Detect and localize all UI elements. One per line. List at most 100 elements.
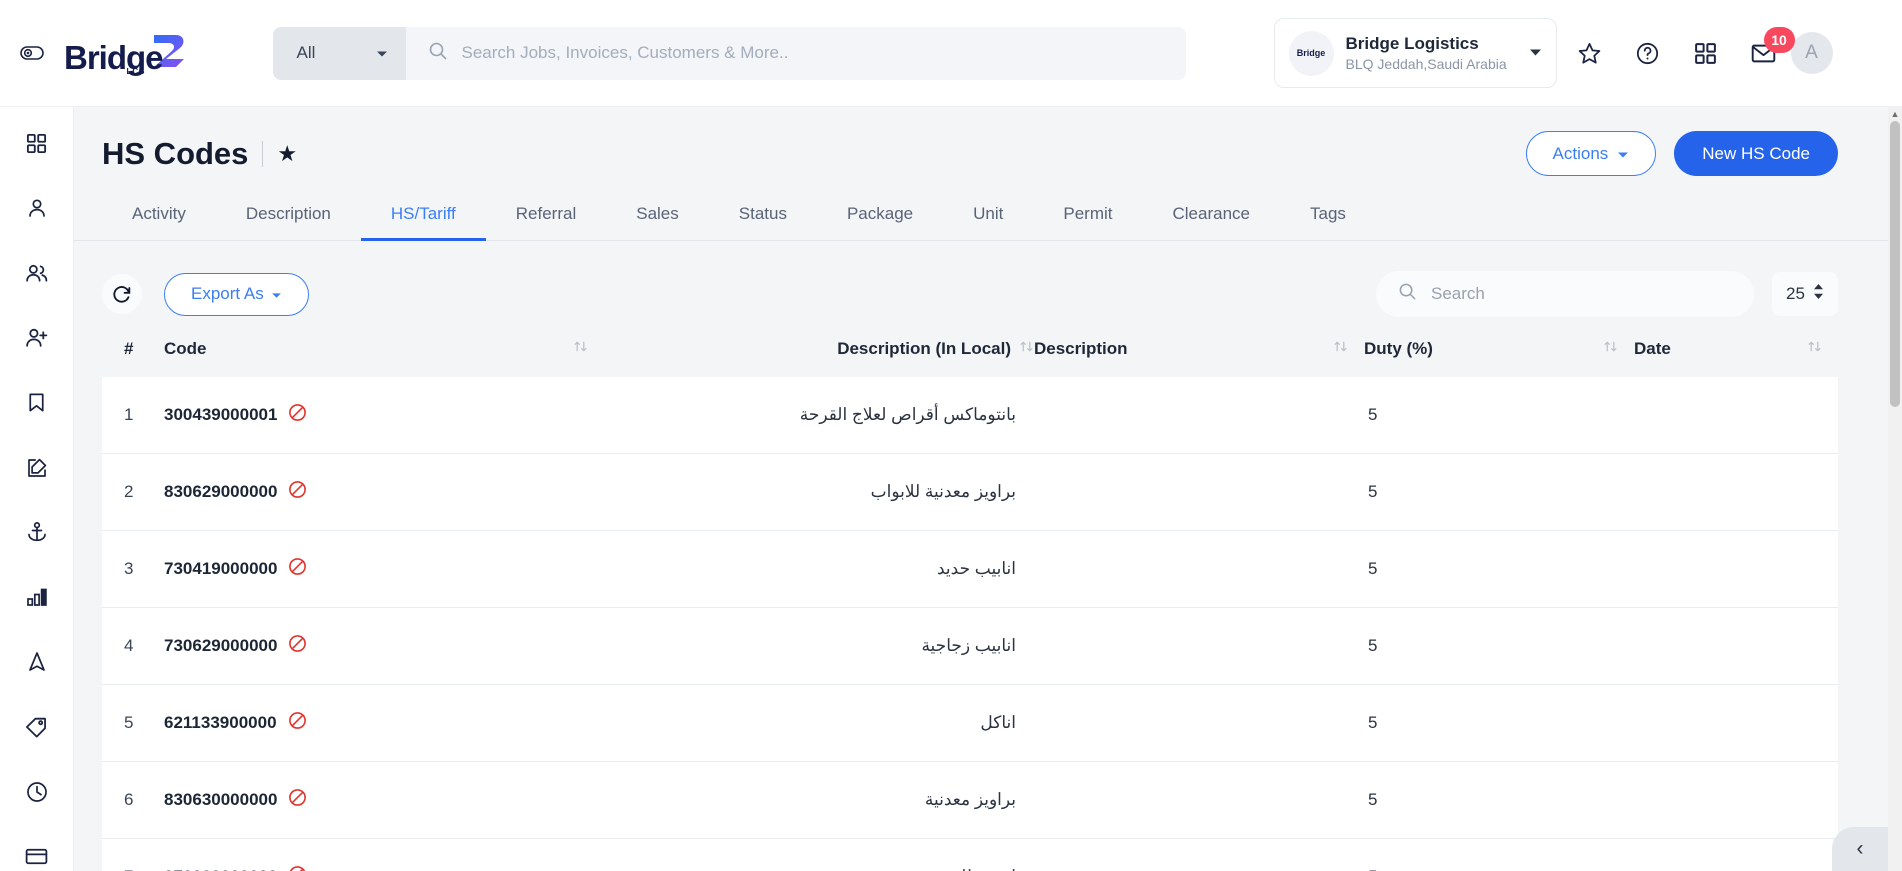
scroll-up-arrow-icon[interactable]: ▲ (1888, 107, 1902, 121)
tab-tags[interactable]: Tags (1280, 204, 1376, 240)
sidebar-item-history[interactable] (19, 777, 55, 806)
cell-code[interactable]: 730629000000 (164, 608, 604, 685)
table-row[interactable]: 1 300439000001 بانتوماكس أقراص لعلاج القرح… (102, 377, 1838, 454)
tab-status[interactable]: Status (709, 204, 817, 240)
star-icon[interactable] (1575, 38, 1605, 68)
column-label-number: # (124, 339, 134, 358)
tab-sales[interactable]: Sales (606, 204, 709, 240)
sidebar-item-bookmarks[interactable] (19, 388, 55, 417)
cell-number: 2 (124, 482, 134, 501)
cell-description-local: براويز معدنية (924, 790, 1016, 809)
page-title: HS Codes (102, 135, 249, 171)
sidebar-item-tracking[interactable] (19, 648, 55, 677)
table-row[interactable]: 4 730629000000 انابيب زجاجية 5 (102, 607, 1838, 685)
sort-icon[interactable] (1019, 339, 1034, 359)
table-row[interactable]: 2 830629000000 براويز معدنية للابواب 5 (102, 453, 1838, 531)
cell-number: 3 (124, 559, 134, 578)
table-row[interactable]: 5 621133900000 اناكل 5 (102, 684, 1838, 762)
chevron-left-icon: ‹ (1856, 837, 1864, 860)
sidebar-item-profile[interactable] (19, 194, 55, 223)
table-search[interactable] (1376, 271, 1754, 317)
tab-bar: Activity Description HS/Tariff Referral … (74, 204, 1902, 241)
tab-activity[interactable]: Activity (102, 204, 216, 240)
table-search-input[interactable] (1431, 284, 1754, 304)
refresh-icon[interactable] (102, 274, 142, 314)
scrollbar-thumb[interactable] (1890, 121, 1900, 407)
tab-unit[interactable]: Unit (943, 204, 1033, 240)
cell-number: 5 (124, 713, 134, 732)
cell-code[interactable]: 830630000000 (164, 762, 604, 839)
page-size-stepper[interactable]: 25 (1772, 272, 1838, 316)
bar-chart-icon (26, 588, 47, 607)
tab-package[interactable]: Package (817, 204, 943, 240)
sidebar-item-add-user[interactable] (19, 323, 55, 352)
cell-description (1034, 608, 1364, 685)
export-as-button[interactable]: Export As (164, 272, 309, 316)
question-circle-icon[interactable] (1633, 38, 1663, 68)
tab-referral[interactable]: Referral (486, 204, 606, 240)
sidebar-item-tags[interactable] (19, 712, 55, 741)
cell-description (1034, 685, 1364, 762)
cell-description (1034, 377, 1364, 454)
code-value: 300439000001 (164, 405, 278, 424)
organization-selector[interactable]: Bridge Bridge Logistics BLQ Jeddah,Saudi… (1273, 18, 1557, 88)
global-search-field[interactable] (405, 26, 1186, 80)
blocked-icon (288, 557, 307, 581)
sidebar (0, 107, 74, 871)
cell-code[interactable]: 621133900000 (164, 685, 604, 762)
tab-description[interactable]: Description (216, 204, 361, 240)
sort-icon[interactable] (573, 339, 604, 359)
cell-description-local: انابيب حديد (937, 559, 1016, 578)
chevron-down-icon (271, 284, 282, 304)
column-header-description[interactable]: Description (1034, 339, 1364, 377)
export-as-label: Export As (191, 284, 264, 303)
actions-button[interactable]: Actions (1525, 131, 1657, 176)
column-header-description-local[interactable]: Description (In Local) (604, 339, 1034, 377)
cell-code[interactable]: 870899000000 (164, 839, 604, 871)
anchor-icon (27, 522, 46, 542)
table-row[interactable]: 3 730419000000 انابيب حديد 5 (102, 530, 1838, 608)
column-header-date[interactable]: Date (1634, 339, 1838, 377)
sidebar-item-reports[interactable] (19, 583, 55, 612)
cell-description-local: بانتوماكس أقراص لعلاج القرحة (799, 405, 1016, 424)
cell-code[interactable]: 300439000001 (164, 377, 604, 454)
person-icon (28, 199, 45, 218)
grid-apps-icon[interactable] (1691, 38, 1721, 68)
collapse-panel-button[interactable]: ‹ (1832, 827, 1888, 871)
app-logo[interactable]: Bridge LCS (64, 33, 190, 76)
cell-duty: 5 (1368, 713, 1378, 732)
blocked-icon (288, 788, 307, 812)
vertical-scrollbar[interactable]: ▲ (1888, 107, 1902, 871)
tab-hs-tariff[interactable]: HS/Tariff (360, 204, 486, 241)
search-scope-dropdown[interactable]: All (272, 26, 406, 80)
avatar[interactable]: A (1790, 32, 1833, 74)
sidebar-item-edit[interactable] (19, 453, 55, 482)
column-label-code: Code (164, 339, 207, 358)
envelope-icon[interactable]: 10 (1749, 27, 1795, 68)
sidebar-item-shipping[interactable] (19, 518, 55, 547)
star-filled-icon[interactable]: ★ (277, 141, 297, 167)
sidebar-item-customers[interactable] (19, 259, 55, 288)
sort-icon[interactable] (1333, 339, 1364, 359)
sort-icon[interactable] (1603, 339, 1634, 359)
sidebar-item-billing[interactable] (19, 842, 55, 871)
blocked-icon (288, 634, 307, 658)
column-header-code[interactable]: Code (164, 339, 604, 377)
cell-code[interactable]: 830629000000 (164, 454, 604, 531)
table-row[interactable]: 6 830630000000 براويز معدنية 5 (102, 761, 1838, 839)
column-header-duty[interactable]: Duty (%) (1364, 339, 1634, 377)
global-search-input[interactable] (461, 43, 1186, 63)
actions-button-label: Actions (1552, 143, 1609, 163)
cell-description-local: براويز معدنية للابواب (870, 482, 1016, 501)
cell-code[interactable]: 730419000000 (164, 531, 604, 608)
sort-icon[interactable] (1807, 339, 1838, 359)
table-row[interactable]: 7870899000000 انبوب للمبرد 5 (102, 838, 1838, 871)
code-value: 730419000000 (164, 559, 278, 578)
tab-permit[interactable]: Permit (1033, 204, 1142, 240)
sidebar-item-dashboard[interactable] (19, 129, 55, 158)
tab-clearance[interactable]: Clearance (1143, 204, 1281, 240)
code-value: 870899000000 (164, 867, 277, 871)
eye-toggle-icon[interactable] (10, 31, 54, 75)
clock-icon (26, 781, 47, 802)
new-hs-code-button[interactable]: New HS Code (1674, 131, 1838, 176)
